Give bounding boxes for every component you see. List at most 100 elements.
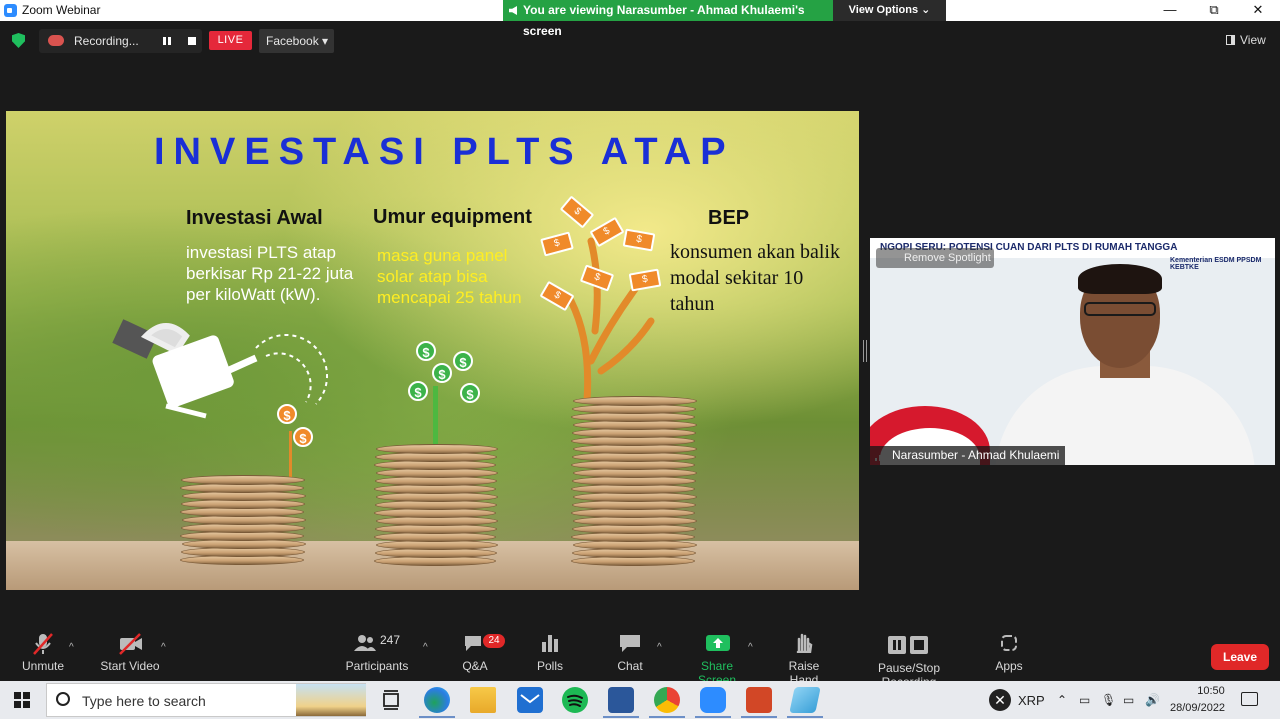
section-body-bep: konsumen akan balik modal sekitar 10 tah… bbox=[670, 241, 840, 315]
powerpoint-active-indicator bbox=[741, 716, 777, 718]
participants-label: Participants bbox=[345, 659, 409, 673]
volume-icon[interactable]: 🔊 bbox=[1145, 693, 1160, 707]
xrp-ticker-icon[interactable]: ✕ bbox=[989, 689, 1011, 711]
video-off-icon bbox=[118, 633, 142, 655]
muted-microphone-icon bbox=[31, 633, 55, 655]
speaker-video-tile[interactable]: NGOPI SERU: POTENSI CUAN DARI PLTS DI RU… bbox=[870, 238, 1275, 465]
recording-status: Recording... bbox=[74, 34, 139, 48]
meet-now-icon[interactable]: ▭ bbox=[1079, 693, 1090, 707]
close-icon[interactable]: ✕ bbox=[1236, 0, 1280, 21]
show-hidden-icons-icon[interactable]: ⌃ bbox=[1057, 693, 1067, 707]
speaker-icon bbox=[509, 6, 517, 15]
cloud-recording-icon bbox=[48, 35, 64, 46]
remove-spotlight-button[interactable]: Remove Spotlight bbox=[876, 248, 994, 268]
chrome-icon[interactable] bbox=[654, 687, 680, 713]
shared-screen-slide: INVESTASI PLTS ATAP Investasi Awal inves… bbox=[6, 111, 859, 590]
start-video-label: Start Video bbox=[100, 659, 160, 673]
search-highlight-image[interactable] bbox=[296, 684, 366, 716]
task-view-icon[interactable] bbox=[378, 687, 404, 713]
search-placeholder[interactable]: Type here to search bbox=[82, 693, 206, 709]
speaker-hair bbox=[1078, 264, 1162, 294]
restore-icon[interactable]: ⧉ bbox=[1192, 0, 1236, 21]
panel-resize-handle[interactable] bbox=[863, 340, 867, 362]
view-layout-label: View bbox=[1240, 33, 1266, 47]
polls-button[interactable]: Polls bbox=[533, 633, 567, 673]
video-options-caret-icon[interactable]: ^ bbox=[161, 642, 166, 653]
watering-can-icon bbox=[112, 319, 329, 419]
unmute-label: Unmute bbox=[21, 659, 65, 673]
apps-button[interactable]: Apps bbox=[992, 633, 1026, 673]
section-heading-bep: BEP bbox=[708, 207, 750, 229]
sprout-stem bbox=[289, 431, 292, 479]
xrp-ticker-label[interactable]: XRP bbox=[1018, 693, 1045, 708]
chat-icon bbox=[618, 633, 642, 653]
chat-button[interactable]: Chat bbox=[613, 633, 647, 673]
section-body-umur-equipment: masa guna panel solar atap bisa mencapai… bbox=[377, 246, 522, 307]
zoom-app-icon bbox=[4, 4, 17, 17]
coin bbox=[181, 475, 305, 485]
speaker-glasses bbox=[1084, 302, 1156, 316]
coin bbox=[376, 444, 498, 454]
participants-button[interactable]: 247 Participants bbox=[344, 633, 410, 673]
dollar-leaf-icon: $ bbox=[460, 383, 480, 403]
powerpoint-icon[interactable] bbox=[746, 687, 772, 713]
dollar-leaf-icon: $ bbox=[416, 341, 436, 361]
coin bbox=[573, 396, 697, 406]
viewing-screen-banner: You are viewing Narasumber - Ahmad Khula… bbox=[503, 0, 833, 38]
apps-label: Apps bbox=[995, 659, 1023, 673]
participants-icon: 247 bbox=[354, 633, 400, 653]
chrome-active-indicator bbox=[649, 716, 685, 718]
dollar-coin-icon: $ bbox=[293, 427, 313, 447]
green-plant-stem bbox=[433, 386, 438, 448]
minimize-icon[interactable]: — bbox=[1148, 0, 1192, 21]
qa-count-badge: 24 bbox=[483, 634, 505, 648]
share-screen-icon bbox=[705, 633, 730, 653]
audio-options-caret-icon[interactable]: ^ bbox=[69, 642, 74, 653]
raise-hand-button[interactable]: Raise Hand bbox=[774, 633, 834, 687]
section-body-investasi-awal: investasi PLTS atap berkisar Rp 21-22 ju… bbox=[186, 243, 354, 304]
participant-name-label: Narasumber - Ahmad Khulaemi bbox=[870, 446, 1066, 465]
snipping-tool-icon[interactable] bbox=[789, 687, 821, 713]
security-shield-icon[interactable] bbox=[12, 33, 25, 48]
window-title: Zoom Webinar bbox=[22, 3, 101, 17]
edge-active-indicator bbox=[419, 716, 455, 718]
spotify-icon[interactable] bbox=[562, 687, 588, 713]
edge-browser-icon[interactable] bbox=[424, 687, 450, 713]
word-icon[interactable] bbox=[608, 687, 634, 713]
qa-label: Q&A bbox=[462, 659, 488, 673]
live-badge[interactable]: LIVE bbox=[209, 31, 252, 50]
participants-count: 247 bbox=[380, 633, 401, 647]
section-heading-investasi-awal: Investasi Awal bbox=[186, 207, 323, 229]
zoom-taskbar-icon[interactable] bbox=[700, 687, 726, 713]
chat-caret-icon[interactable]: ^ bbox=[657, 642, 662, 653]
unmute-button[interactable]: Unmute bbox=[18, 633, 68, 673]
polls-icon bbox=[538, 633, 562, 653]
share-screen-caret-icon[interactable]: ^ bbox=[748, 642, 753, 653]
dollar-leaf-icon: $ bbox=[432, 363, 452, 383]
stream-target-dropdown[interactable]: Facebook ▾ bbox=[259, 29, 334, 53]
mail-icon[interactable] bbox=[517, 687, 543, 713]
ministry-logo-text: Kementerian ESDM PPSDM KEBTKE bbox=[1170, 257, 1262, 271]
view-options-button[interactable]: View Options ⌄ bbox=[833, 0, 946, 21]
start-video-button[interactable]: Start Video bbox=[99, 633, 161, 673]
participants-caret-icon[interactable]: ^ bbox=[423, 642, 428, 653]
stop-recording-icon[interactable] bbox=[188, 37, 196, 45]
pause-recording-icon[interactable] bbox=[163, 37, 171, 45]
battery-icon[interactable]: ▭ bbox=[1123, 693, 1134, 707]
zoom-active-indicator bbox=[695, 716, 731, 718]
share-screen-button[interactable]: Share Screen bbox=[682, 633, 752, 687]
leave-button[interactable]: Leave bbox=[1211, 644, 1269, 670]
taskbar-clock-time[interactable]: 10:50 bbox=[1186, 685, 1236, 697]
slide-title: INVESTASI PLTS ATAP bbox=[154, 131, 735, 173]
word-active-indicator bbox=[603, 716, 639, 718]
file-explorer-icon[interactable] bbox=[470, 687, 496, 713]
taskbar-clock-date[interactable]: 28/09/2022 bbox=[1170, 702, 1225, 714]
view-layout-button[interactable]: View bbox=[1226, 33, 1266, 47]
windows-start-icon[interactable] bbox=[14, 692, 30, 708]
snipping-active-indicator bbox=[787, 716, 823, 718]
pause-stop-recording-icon bbox=[885, 635, 933, 655]
microphone-tray-icon[interactable]: 🎙 bbox=[1101, 693, 1116, 707]
notification-center-icon[interactable] bbox=[1241, 692, 1258, 706]
viewing-banner-text: You are viewing Narasumber - Ahmad Khula… bbox=[523, 3, 805, 38]
chat-label: Chat bbox=[617, 659, 643, 673]
